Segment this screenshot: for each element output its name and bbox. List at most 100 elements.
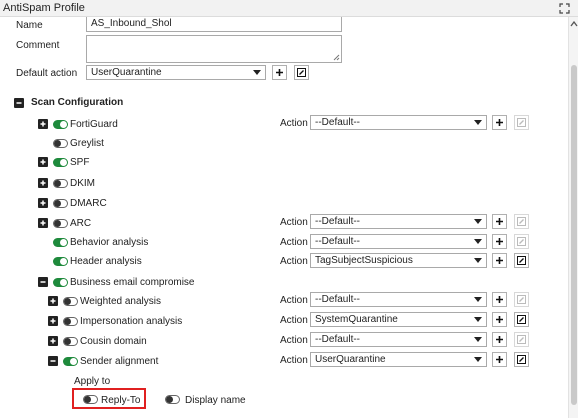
dkim-toggle[interactable] <box>53 179 68 188</box>
sender-alignment-action-label: Action <box>280 355 308 366</box>
resize-grip-icon[interactable] <box>333 54 340 61</box>
spf-toggle[interactable] <box>53 158 68 167</box>
collapse-icon[interactable] <box>48 356 58 366</box>
display-name-toggle[interactable] <box>165 395 180 404</box>
chevron-down-icon <box>474 120 482 125</box>
greylist-toggle[interactable] <box>53 139 68 148</box>
business-email-compromise-toggle[interactable] <box>53 278 68 287</box>
weighted-analysis-toggle[interactable] <box>63 297 78 306</box>
sender-alignment-edit-button[interactable] <box>514 352 529 367</box>
sender-alignment-action-select[interactable]: UserQuarantine <box>310 352 487 367</box>
header-analysis-action-select[interactable]: TagSubjectSuspicious <box>310 253 487 268</box>
dmarc-toggle[interactable] <box>53 199 68 208</box>
header-analysis-add-button[interactable] <box>492 253 507 268</box>
scroll-up-icon[interactable] <box>570 21 578 27</box>
expand-plus-icon[interactable] <box>38 119 48 129</box>
expand-plus-icon[interactable] <box>48 336 58 346</box>
expand-plus-icon[interactable] <box>38 157 48 167</box>
dmarc-label: DMARC <box>70 198 107 209</box>
name-field[interactable]: AS_Inbound_Shol <box>86 17 342 32</box>
window-title: AntiSpam Profile <box>3 2 85 14</box>
scrollbar-thumb[interactable] <box>571 65 577 405</box>
comment-label: Comment <box>16 40 60 51</box>
edit-icon <box>517 217 526 226</box>
expand-plus-icon[interactable] <box>48 316 58 326</box>
plus-icon <box>496 257 503 264</box>
plus-icon <box>496 316 503 323</box>
edit-icon <box>517 256 526 265</box>
edit-icon <box>517 315 526 324</box>
cousin-domain-edit-button[interactable] <box>514 332 529 347</box>
collapse-icon[interactable] <box>14 98 24 108</box>
dkim-label: DKIM <box>70 178 95 189</box>
cousin-domain-action-select[interactable]: --Default-- <box>310 332 487 347</box>
apply-to-label: Apply to <box>74 376 111 387</box>
behavior-analysis-action-select[interactable]: --Default-- <box>310 234 487 249</box>
expand-icon[interactable] <box>559 3 570 14</box>
behavior-analysis-toggle[interactable] <box>53 238 68 247</box>
chevron-down-icon <box>474 297 482 302</box>
fortiguard-edit-button[interactable] <box>514 115 529 130</box>
default-action-select[interactable]: UserQuarantine <box>86 65 266 80</box>
vertical-scrollbar[interactable] <box>568 17 578 418</box>
header-analysis-label: Header analysis <box>70 256 142 267</box>
weighted-analysis-label: Weighted analysis <box>80 296 161 307</box>
weighted-analysis-action-label: Action <box>280 295 308 306</box>
impersonation-analysis-label: Impersonation analysis <box>80 316 183 327</box>
arc-label: ARC <box>70 218 92 229</box>
arc-edit-button[interactable] <box>514 214 529 229</box>
edit-icon <box>297 68 306 77</box>
arc-toggle[interactable] <box>53 219 68 228</box>
arc-action-label: Action <box>280 217 308 228</box>
impersonation-analysis-action-select[interactable]: SystemQuarantine <box>310 312 487 327</box>
edit-icon <box>517 118 526 127</box>
edit-icon <box>517 335 526 344</box>
weighted-analysis-action-select[interactable]: --Default-- <box>310 292 487 307</box>
fortiguard-label: FortiGuard <box>70 119 118 130</box>
impersonation-analysis-add-button[interactable] <box>492 312 507 327</box>
default-action-value: UserQuarantine <box>91 67 162 78</box>
plus-icon <box>496 119 503 126</box>
reply-to-toggle[interactable] <box>83 395 98 404</box>
arc-add-button[interactable] <box>492 214 507 229</box>
collapse-icon[interactable] <box>38 277 48 287</box>
chevron-down-icon <box>474 239 482 244</box>
fortiguard-add-button[interactable] <box>492 115 507 130</box>
expand-plus-icon[interactable] <box>38 178 48 188</box>
default-action-add-button[interactable] <box>272 65 287 80</box>
edit-icon <box>517 355 526 364</box>
impersonation-analysis-toggle[interactable] <box>63 317 78 326</box>
cousin-domain-action-label: Action <box>280 335 308 346</box>
sender-alignment-add-button[interactable] <box>492 352 507 367</box>
behavior-analysis-edit-button[interactable] <box>514 234 529 249</box>
cousin-domain-add-button[interactable] <box>492 332 507 347</box>
expand-plus-icon[interactable] <box>48 296 58 306</box>
greylist-label: Greylist <box>70 138 104 149</box>
sender-alignment-label: Sender alignment <box>80 356 159 367</box>
fortiguard-action-select[interactable]: --Default-- <box>310 115 487 130</box>
arc-action-select[interactable]: --Default-- <box>310 214 487 229</box>
edit-icon <box>517 237 526 246</box>
impersonation-analysis-edit-button[interactable] <box>514 312 529 327</box>
weighted-analysis-edit-button[interactable] <box>514 292 529 307</box>
default-action-edit-button[interactable] <box>294 65 309 80</box>
edit-icon <box>517 295 526 304</box>
scan-configuration-title: Scan Configuration <box>31 97 124 108</box>
behavior-analysis-add-button[interactable] <box>492 234 507 249</box>
behavior-analysis-action-label: Action <box>280 237 308 248</box>
default-action-label: Default action <box>16 68 78 79</box>
comment-field[interactable] <box>86 35 342 63</box>
chevron-down-icon <box>474 258 482 263</box>
fortiguard-toggle[interactable] <box>53 120 68 129</box>
impersonation-analysis-action-label: Action <box>280 315 308 326</box>
plus-icon <box>496 218 503 225</box>
weighted-analysis-add-button[interactable] <box>492 292 507 307</box>
expand-plus-icon[interactable] <box>38 198 48 208</box>
plus-icon <box>276 69 283 76</box>
expand-plus-icon[interactable] <box>38 218 48 228</box>
cousin-domain-toggle[interactable] <box>63 337 78 346</box>
chevron-down-icon <box>474 337 482 342</box>
sender-alignment-toggle[interactable] <box>63 357 78 366</box>
header-analysis-edit-button[interactable] <box>514 253 529 268</box>
header-analysis-toggle[interactable] <box>53 257 68 266</box>
